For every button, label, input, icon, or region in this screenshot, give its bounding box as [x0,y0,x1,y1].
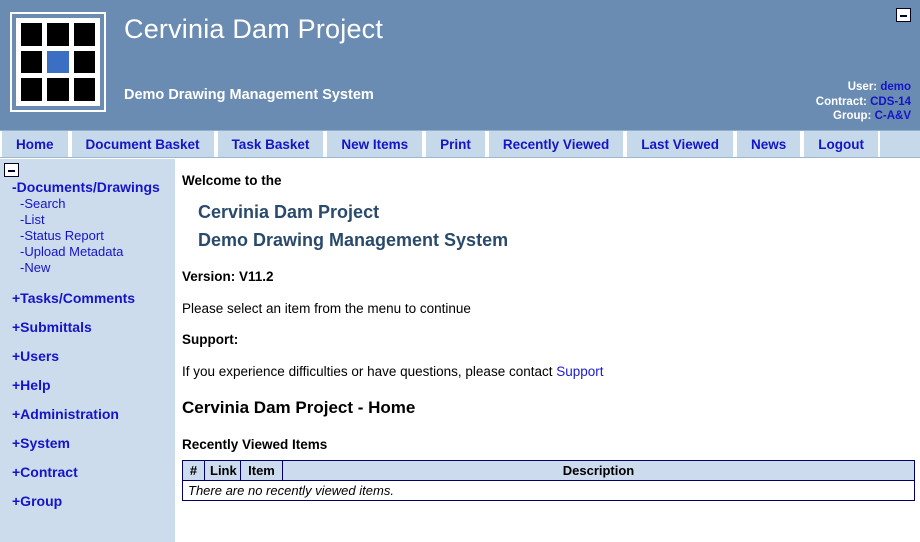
sidebar-item-list[interactable]: -List [0,212,175,228]
table-empty-row: There are no recently viewed items. [182,480,915,501]
column-header-description: Description [282,460,915,481]
main-navigation: Home Document Basket Task Basket New Ite… [0,130,920,158]
column-header-item: Item [240,460,283,481]
user-value: demo [880,81,911,93]
logo-cell-accent [47,50,69,74]
user-row: User: demo [816,80,911,95]
sidebar-item-administration[interactable]: +Administration [0,406,175,423]
nav-item-home[interactable]: Home [0,131,70,157]
sidebar-item-group[interactable]: +Group [0,493,175,510]
nav-item-new-items[interactable]: New Items [325,131,425,157]
user-label: User: [847,81,878,93]
sidebar-item-status-report[interactable]: -Status Report [0,228,175,244]
nav-item-print[interactable]: Print [424,131,487,157]
sidebar-item-contract[interactable]: +Contract [0,464,175,481]
logo-cell [21,78,43,101]
sidebar-item-help[interactable]: +Help [0,377,175,394]
logo-cell [73,23,95,46]
logo-cell [47,78,69,101]
grid-logo-icon [10,12,106,112]
nav-item-document-basket[interactable]: Document Basket [69,131,216,157]
logo-grid [16,18,100,106]
logo-cell [73,50,95,74]
page-title: Cervinia Dam Project - Home [182,398,416,417]
sidebar-item-upload-metadata[interactable]: -Upload Metadata [0,244,175,260]
contract-label: Contract: [815,95,867,108]
instruction-text: Please select an item from the menu to c… [182,301,471,316]
version-text: Version: V11.2 [182,269,274,284]
sidebar-item-search[interactable]: -Search [0,196,175,212]
recently-viewed-table: # Link Item Description There are no rec… [182,460,915,501]
sidebar-item-submittals[interactable]: +Submittals [0,319,175,336]
support-paragraph-text: If you experience difficulties or have q… [182,364,557,379]
page-header: Cervinia Dam Project Demo Drawing Manage… [0,0,920,130]
recently-viewed-label: Recently Viewed Items [182,437,328,452]
table-header-row: # Link Item Description [182,460,915,481]
logo-cell [21,23,43,46]
main-content: Welcome to the Cervinia Dam Project Demo… [175,159,920,542]
nav-item-task-basket[interactable]: Task Basket [215,131,326,157]
support-paragraph: If you experience difficulties or have q… [182,364,908,379]
column-header-link: Link [204,460,241,481]
logo-cell [21,50,43,74]
contract-value: CDS-14 [870,95,911,108]
nav-item-news[interactable]: News [735,131,803,157]
support-heading: Support: [182,332,239,347]
table-header: # Link Item Description [182,460,915,481]
header-subtitle: Demo Drawing Management System [124,87,374,103]
logo-cell [73,78,95,101]
sidebar-tree: -Documents/Drawings -Search -List -Statu… [0,179,175,522]
sidebar-item-new[interactable]: -New [0,260,175,276]
user-info-panel: User: demo Contract: CDS-14 Group: C-A&V [816,80,911,124]
sidebar-item-system[interactable]: +System [0,435,175,452]
minimize-sidebar-icon[interactable] [4,163,19,177]
group-row: Group: C-A&V [816,109,911,124]
support-link[interactable]: Support [556,364,603,379]
column-header-number: # [182,460,205,481]
group-label: Group: [833,110,872,122]
sidebar: -Documents/Drawings -Search -List -Statu… [0,159,175,542]
nav-item-last-viewed[interactable]: Last Viewed [625,131,736,157]
sidebar-item-documents-drawings[interactable]: -Documents/Drawings [0,179,175,196]
application-window: Cervinia Dam Project Demo Drawing Manage… [0,0,920,542]
header-title: Cervinia Dam Project [124,14,384,44]
welcome-text: Welcome to the [182,173,282,188]
nav-item-logout[interactable]: Logout [802,131,881,157]
table-empty-message: There are no recently viewed items. [182,480,915,501]
minimize-header-icon[interactable] [896,8,911,22]
nav-item-recently-viewed[interactable]: Recently Viewed [486,131,626,157]
table-body: There are no recently viewed items. [182,480,915,501]
project-title-line2: Demo Drawing Management System [198,230,509,250]
sidebar-item-users[interactable]: +Users [0,348,175,365]
project-title-line1: Cervinia Dam Project [198,202,380,222]
contract-row: Contract: CDS-14 [816,95,911,110]
sidebar-item-tasks-comments[interactable]: +Tasks/Comments [0,290,175,307]
group-value: C-A&V [874,110,911,122]
logo-cell [47,23,69,46]
